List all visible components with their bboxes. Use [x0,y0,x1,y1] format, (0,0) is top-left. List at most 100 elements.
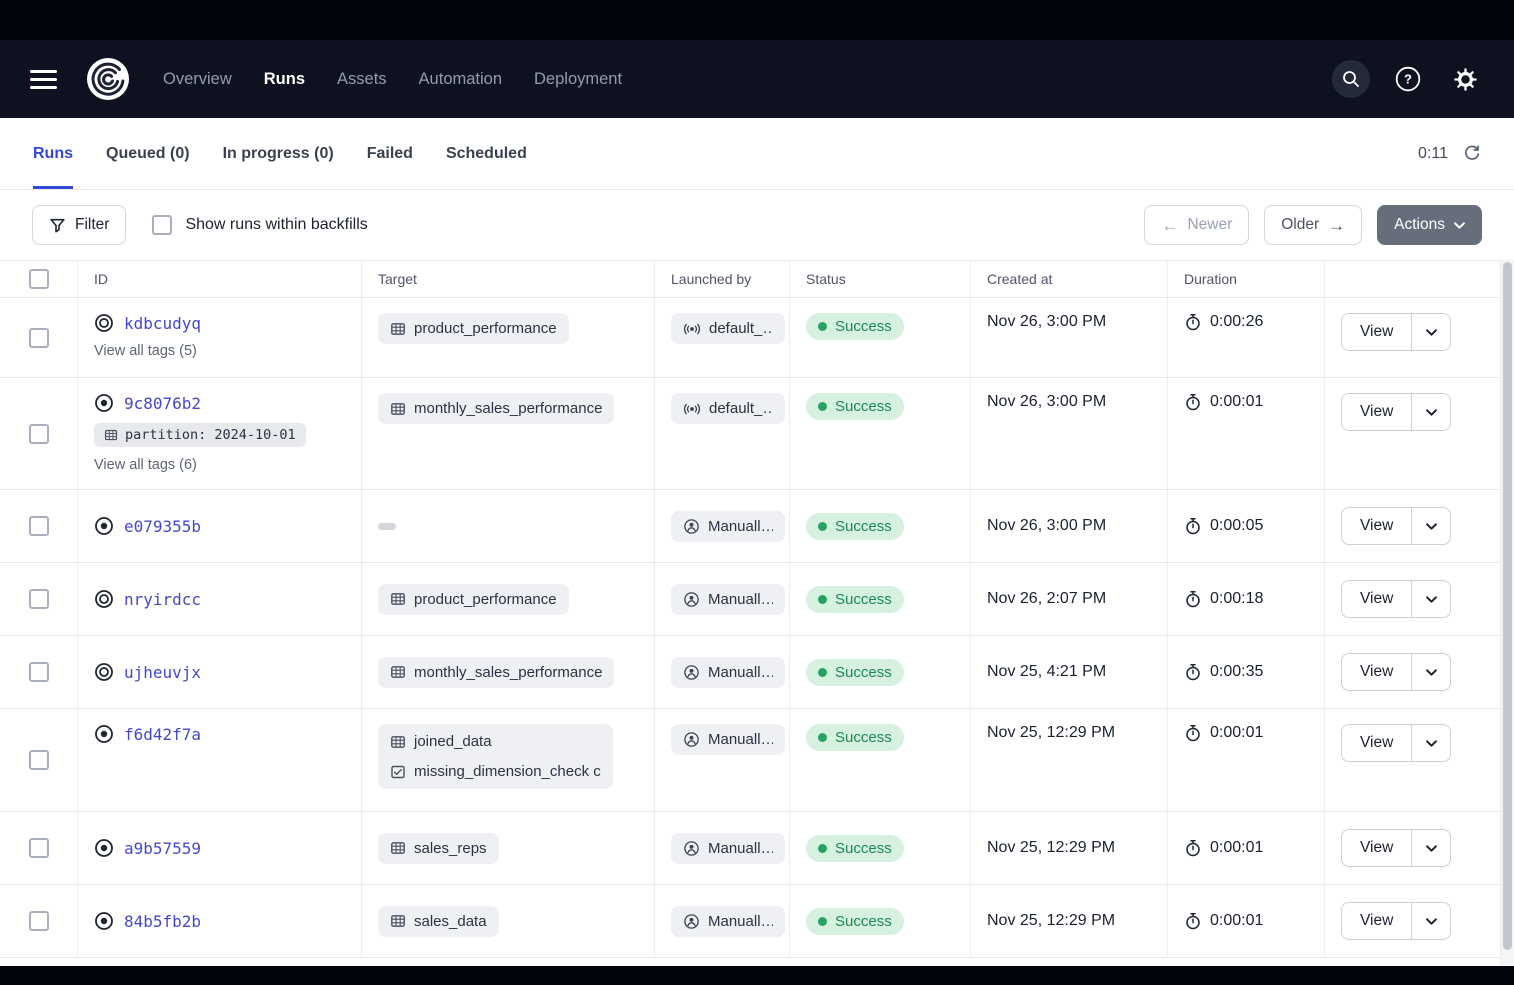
runs-tab-bar: Runs Queued (0) In progress (0) Failed S… [0,118,1514,190]
launched-by-chip[interactable]: Manuall… [671,657,785,688]
status-badge[interactable]: Success [806,908,904,935]
row-checkbox[interactable] [29,662,49,682]
hamburger-menu-icon[interactable] [30,70,57,89]
view-all-tags-link[interactable]: View all tags (6) [94,457,197,473]
view-dropdown-button[interactable] [1411,580,1451,618]
tab-queued[interactable]: Queued (0) [106,118,190,189]
view-dropdown-button[interactable] [1411,393,1451,431]
row-checkbox[interactable] [29,589,49,609]
vertical-scrollbar[interactable] [1500,260,1514,966]
view-button[interactable]: View [1341,393,1411,431]
status-dot-icon [818,733,827,742]
table-row: f6d42f7a joined_data missing_dimension_c… [0,709,1500,812]
view-all-tags-link[interactable]: View all tags (5) [94,343,197,359]
status-badge[interactable]: Success [806,586,904,613]
nav-item-assets[interactable]: Assets [337,70,387,89]
view-button[interactable]: View [1341,313,1411,351]
tab-runs[interactable]: Runs [33,118,73,189]
nav-item-overview[interactable]: Overview [163,70,232,89]
stopwatch-icon [1184,912,1202,930]
view-dropdown-button[interactable] [1411,313,1451,351]
scrollbar-thumb[interactable] [1503,262,1512,950]
run-id-link[interactable]: f6d42f7a [124,725,201,744]
launched-by-chip[interactable]: default_… [671,313,785,344]
view-button[interactable]: View [1341,902,1411,940]
run-ring-icon [94,662,114,682]
app-navbar: Overview Runs Assets Automation Deployme… [0,40,1514,118]
status-dot-icon [818,522,827,531]
target-chip[interactable]: sales_reps [378,833,499,864]
status-badge[interactable]: Success [806,659,904,686]
duration: 0:00:18 [1210,590,1263,608]
row-checkbox[interactable] [29,328,49,348]
partition-tag[interactable]: partition: 2024-10-01 [94,423,306,447]
search-icon[interactable] [1332,60,1370,98]
grid-icon [104,428,118,442]
target-chip[interactable]: product_performance [378,584,569,615]
backfills-checkbox[interactable] [152,215,172,235]
run-id-link[interactable]: e079355b [124,517,201,536]
view-button[interactable]: View [1341,653,1411,691]
run-id-link[interactable]: kdbcudyq [124,314,201,333]
launched-by-chip[interactable]: Manuall… [671,906,785,937]
launched-by-chip[interactable]: Manuall… [671,833,785,864]
run-dot-icon [94,911,114,931]
view-dropdown-button[interactable] [1411,724,1451,762]
status-badge[interactable]: Success [806,835,904,862]
table-icon [390,913,406,929]
older-button[interactable]: Older → [1264,205,1362,245]
row-checkbox[interactable] [29,424,49,444]
row-checkbox[interactable] [29,911,49,931]
launched-by-chip[interactable]: default_… [671,393,785,424]
run-id-link[interactable]: nryirdcc [124,590,201,609]
status-dot-icon [818,844,827,853]
view-dropdown-button[interactable] [1411,507,1451,545]
view-dropdown-button[interactable] [1411,829,1451,867]
view-dropdown-button[interactable] [1411,653,1451,691]
person-icon [683,518,700,535]
launched-by-chip[interactable]: Manuall… [671,724,785,755]
help-icon[interactable]: ? [1389,60,1427,98]
status-badge[interactable]: Success [806,513,904,540]
row-checkbox[interactable] [29,516,49,536]
row-checkbox[interactable] [29,750,49,770]
table-row: 9c8076b2 partition: 2024-10-01 View all … [0,378,1500,490]
refresh-icon[interactable] [1463,145,1481,163]
tab-in-progress[interactable]: In progress (0) [223,118,334,189]
nav-item-runs[interactable]: Runs [264,70,305,89]
launched-by-chip[interactable]: Manuall… [671,511,785,542]
launched-by-chip[interactable]: Manuall… [671,584,785,615]
dagster-logo[interactable] [85,56,131,102]
view-button[interactable]: View [1341,724,1411,762]
view-button[interactable]: View [1341,580,1411,618]
tab-scheduled[interactable]: Scheduled [446,118,527,189]
view-button[interactable]: View [1341,507,1411,545]
nav-item-deployment[interactable]: Deployment [534,70,622,89]
run-id-link[interactable]: a9b57559 [124,839,201,858]
settings-gear-icon[interactable] [1446,60,1484,98]
target-chip[interactable]: monthly_sales_performance [378,393,614,424]
primary-nav: Overview Runs Assets Automation Deployme… [163,70,622,89]
newer-button[interactable]: ← Newer [1144,205,1249,245]
select-all-checkbox[interactable] [29,269,49,289]
filter-button[interactable]: Filter [32,205,126,245]
target-chip[interactable]: monthly_sales_performance [378,657,614,688]
duration: 0:00:26 [1210,313,1263,331]
stopwatch-icon [1184,517,1202,535]
target-chip[interactable]: sales_data [378,906,499,937]
nav-item-automation[interactable]: Automation [419,70,502,89]
actions-button[interactable]: Actions [1377,205,1482,245]
stopwatch-icon [1184,393,1202,411]
run-id-link[interactable]: ujheuvjx [124,663,201,682]
target-group[interactable]: joined_data missing_dimension_check c [378,724,613,789]
row-checkbox[interactable] [29,838,49,858]
status-badge[interactable]: Success [806,393,904,420]
status-badge[interactable]: Success [806,313,904,340]
target-chip[interactable]: product_performance [378,313,569,344]
run-id-link[interactable]: 9c8076b2 [124,394,201,413]
run-id-link[interactable]: 84b5fb2b [124,912,201,931]
status-badge[interactable]: Success [806,724,904,751]
view-button[interactable]: View [1341,829,1411,867]
tab-failed[interactable]: Failed [367,118,413,189]
view-dropdown-button[interactable] [1411,902,1451,940]
